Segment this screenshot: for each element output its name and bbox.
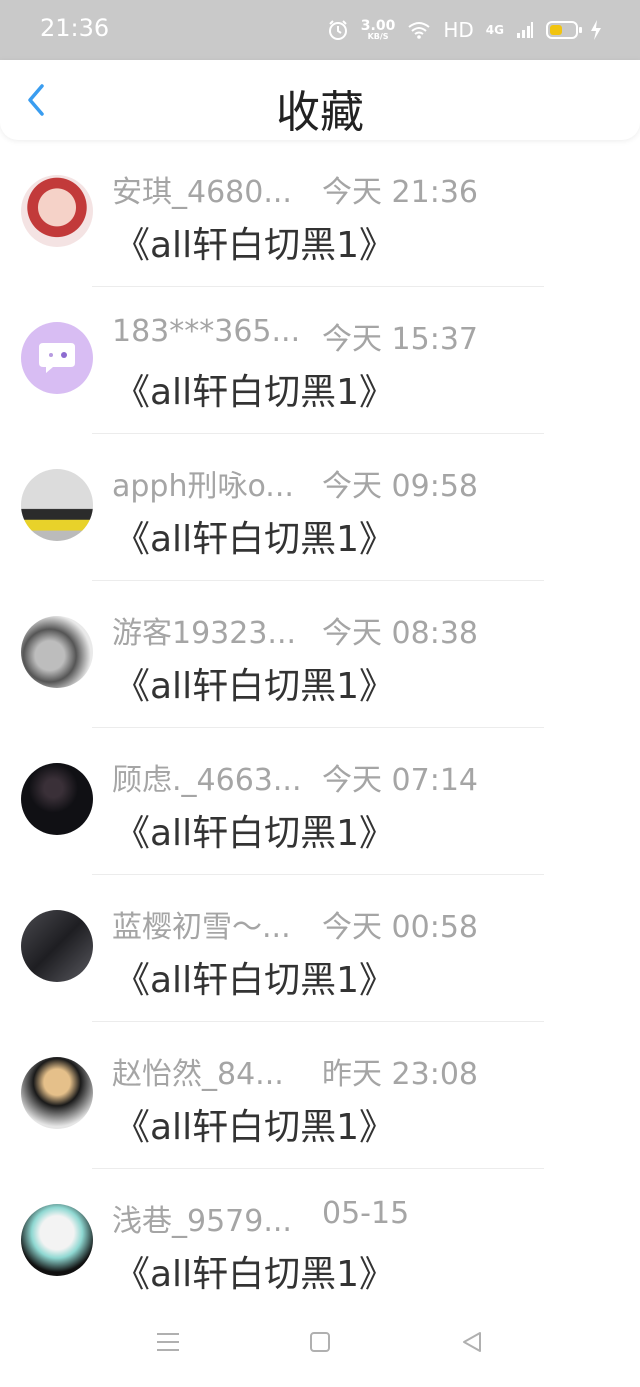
back-icon (463, 1332, 481, 1352)
battery-icon (546, 21, 582, 39)
status-icons: 3.00 KB/S HD 4G (327, 10, 602, 50)
book-title: 《all轩白切黑1》 (114, 960, 395, 1001)
book-title: 《all轩白切黑1》 (114, 372, 395, 413)
wifi-icon (408, 22, 430, 39)
username: 安琪_4680... (112, 175, 292, 210)
timestamp: 今天 08:38 (322, 616, 478, 651)
network-type: 4G (485, 23, 504, 37)
network-speed: 3.00 KB/S (361, 19, 396, 41)
list-item[interactable]: 顾虑._4663... 今天 07:14 《all轩白切黑1》 (0, 728, 640, 875)
avatar (21, 1057, 93, 1129)
home-icon (310, 1332, 330, 1352)
menu-button[interactable] (148, 1322, 188, 1362)
username: apph刑咏o... (112, 469, 294, 504)
list-item[interactable]: 赵怡然_84... 昨天 23:08 《all轩白切黑1》 (0, 1022, 640, 1169)
book-title: 《all轩白切黑1》 (114, 666, 395, 707)
list-item[interactable]: 183***365... 今天 15:37 《all轩白切黑1》 (0, 287, 640, 434)
avatar (21, 910, 93, 982)
timestamp: 今天 21:36 (322, 175, 478, 210)
list-item[interactable]: apph刑咏o... 今天 09:58 《all轩白切黑1》 (0, 434, 640, 581)
book-title: 《all轩白切黑1》 (114, 1254, 395, 1295)
book-title: 《all轩白切黑1》 (114, 813, 395, 854)
username: 顾虑._4663... (112, 763, 302, 798)
list-item[interactable]: 游客19323... 今天 08:38 《all轩白切黑1》 (0, 581, 640, 728)
avatar (21, 616, 93, 688)
chat-bubble-icon (39, 343, 75, 373)
hd-label: HD (443, 18, 474, 42)
status-bar: 21:36 3.00 KB/S HD 4G (0, 0, 640, 60)
signal-icon (517, 22, 533, 38)
avatar (21, 1204, 93, 1276)
timestamp: 昨天 23:08 (322, 1057, 478, 1092)
status-time: 21:36 (40, 14, 110, 42)
speed-value: 3.00 (360, 18, 396, 34)
avatar (21, 469, 93, 541)
alarm-icon (328, 20, 347, 40)
timestamp: 今天 00:58 (322, 910, 478, 945)
charging-icon (591, 20, 601, 40)
username: 浅巷_9579... (112, 1204, 292, 1239)
favorites-list: 安琪_4680... 今天 21:36 《all轩白切黑1》 183***365… (0, 140, 640, 1316)
book-title: 《all轩白切黑1》 (114, 225, 395, 266)
avatar (21, 763, 93, 835)
book-title: 《all轩白切黑1》 (114, 1107, 395, 1148)
navigation-bar (0, 1300, 640, 1387)
timestamp: 今天 15:37 (322, 322, 478, 357)
timestamp: 今天 09:58 (322, 469, 478, 504)
username: 183***365... (112, 314, 301, 349)
list-item[interactable]: 安琪_4680... 今天 21:36 《all轩白切黑1》 (0, 140, 640, 287)
timestamp: 今天 07:14 (322, 763, 478, 798)
list-item[interactable]: 蓝樱初雪～... 今天 00:58 《all轩白切黑1》 (0, 875, 640, 1022)
avatar (21, 322, 93, 394)
app-header: 收藏 (0, 60, 640, 140)
avatar (21, 175, 93, 247)
username: 赵怡然_84... (112, 1057, 284, 1092)
page-title: 收藏 (276, 87, 364, 138)
username: 蓝樱初雪～... (112, 910, 291, 945)
back-nav-button[interactable] (452, 1322, 492, 1362)
home-button[interactable] (300, 1322, 340, 1362)
username: 游客19323... (112, 616, 297, 651)
timestamp: 05-15 (322, 1196, 410, 1231)
book-title: 《all轩白切黑1》 (114, 519, 395, 560)
menu-icon (157, 1333, 179, 1351)
list-item[interactable]: 浅巷_9579... 05-15 《all轩白切黑1》 (0, 1169, 640, 1316)
speed-unit: KB/S (367, 32, 389, 41)
